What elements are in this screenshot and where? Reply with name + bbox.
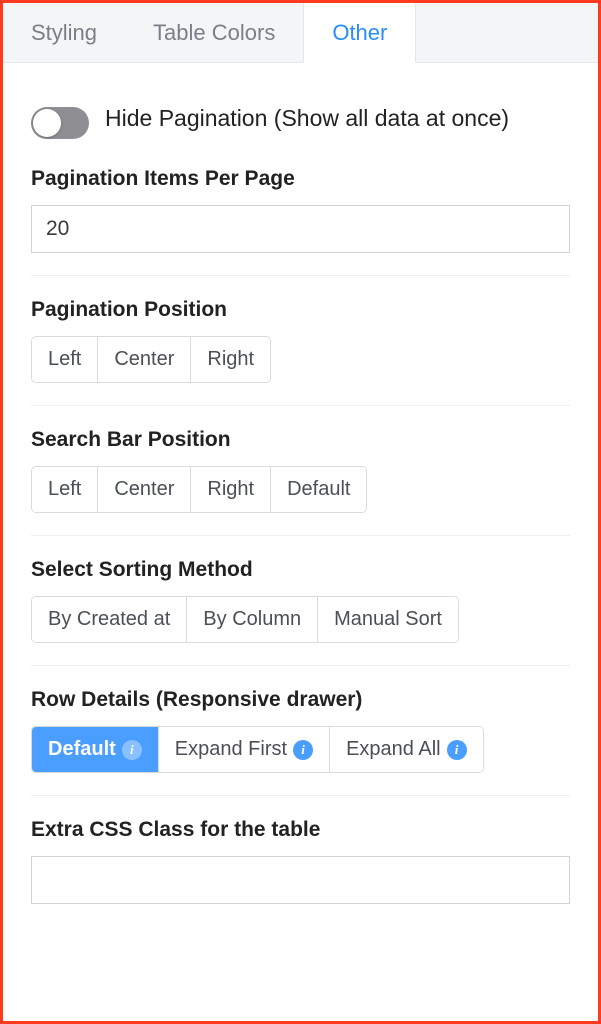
tab-content-other: Hide Pagination (Show all data at once) … [3,63,598,1021]
hide-pagination-row: Hide Pagination (Show all data at once) [31,103,570,139]
row-details-group: Default i Expand First i Expand All i [31,726,484,773]
row-details-expand-first[interactable]: Expand First i [159,727,330,772]
tabs-bar: Styling Table Colors Other [3,3,598,63]
tab-other[interactable]: Other [303,3,416,63]
search-pos-center[interactable]: Center [98,467,191,512]
hide-pagination-toggle[interactable] [31,107,89,139]
pagination-pos-left[interactable]: Left [32,337,98,382]
extra-css-label: Extra CSS Class for the table [31,818,570,842]
items-per-page-input[interactable] [31,205,570,253]
search-pos-default[interactable]: Default [271,467,366,512]
pagination-position-group: Left Center Right [31,336,271,383]
sorting-method-label: Select Sorting Method [31,558,570,582]
search-pos-left[interactable]: Left [32,467,98,512]
search-bar-position-group: Left Center Right Default [31,466,367,513]
extra-css-input[interactable] [31,856,570,904]
sort-manual[interactable]: Manual Sort [318,597,458,642]
pagination-pos-right[interactable]: Right [191,337,270,382]
row-details-expand-all[interactable]: Expand All i [330,727,483,772]
info-icon: i [122,740,142,760]
tab-styling[interactable]: Styling [3,3,125,62]
items-per-page-label: Pagination Items Per Page [31,167,570,191]
section-extra-css: Extra CSS Class for the table [31,818,570,926]
section-sorting-method: Select Sorting Method By Created at By C… [31,558,570,666]
settings-panel-frame: Styling Table Colors Other Hide Paginati… [0,0,601,1024]
section-row-details: Row Details (Responsive drawer) Default … [31,688,570,796]
info-icon: i [293,740,313,760]
toggle-knob [33,109,61,137]
sort-by-column[interactable]: By Column [187,597,318,642]
row-details-label: Row Details (Responsive drawer) [31,688,570,712]
section-search-bar-position: Search Bar Position Left Center Right De… [31,428,570,536]
pagination-position-label: Pagination Position [31,298,570,322]
tab-table-colors[interactable]: Table Colors [125,3,303,62]
search-bar-position-label: Search Bar Position [31,428,570,452]
section-pagination-position: Pagination Position Left Center Right [31,298,570,406]
row-details-default-text: Default [48,738,116,761]
row-details-default[interactable]: Default i [32,727,159,772]
pagination-pos-center[interactable]: Center [98,337,191,382]
row-details-expand-first-text: Expand First [175,738,287,761]
sort-by-created[interactable]: By Created at [32,597,187,642]
section-items-per-page: Pagination Items Per Page [31,167,570,276]
sorting-method-group: By Created at By Column Manual Sort [31,596,459,643]
info-icon: i [447,740,467,760]
hide-pagination-label: Hide Pagination (Show all data at once) [105,103,509,134]
row-details-expand-all-text: Expand All [346,738,441,761]
search-pos-right[interactable]: Right [191,467,271,512]
